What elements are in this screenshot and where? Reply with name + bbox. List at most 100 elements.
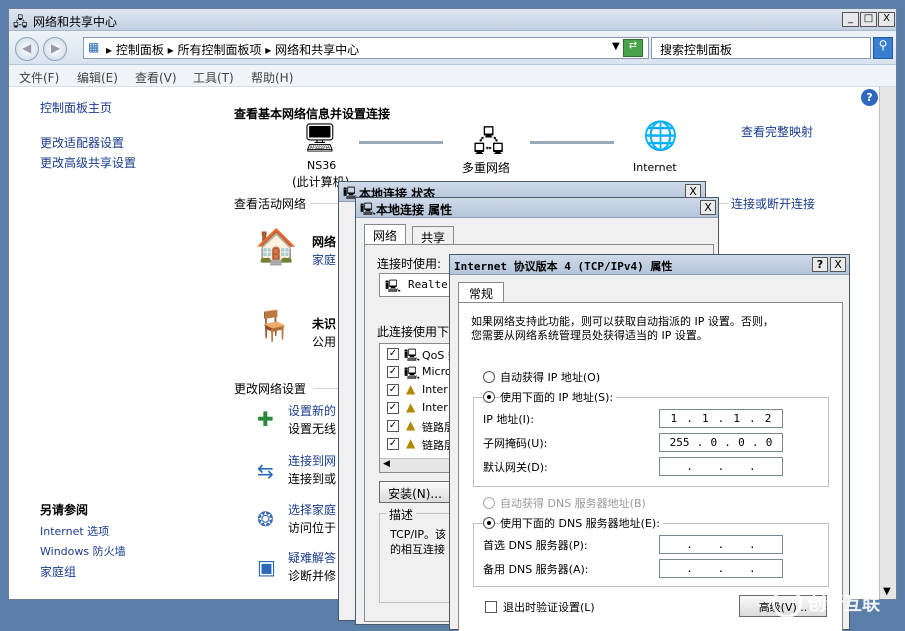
map-node-internet: Internet [633,161,677,174]
preferred-dns-input[interactable]: . . . [659,535,783,554]
subnet-mask-input[interactable]: 255. 0. 0. 0 [659,433,783,452]
task-troubleshoot-desc: 诊断并修 [288,569,337,583]
maximize-button[interactable]: □ [860,12,877,27]
help-icon[interactable]: ? [861,89,878,106]
page-title: 查看基本网络信息并设置连接 [234,107,391,121]
ip-octet: 2 [764,412,772,425]
description-text-1: TCP/IP。该 [390,528,446,541]
see-also-homegroup[interactable]: 家庭组 [40,563,76,580]
chevron-down-icon[interactable]: ▼ [612,41,620,52]
auto-dns-label[interactable]: 自动获得 DNS 服务器地址(B) [500,495,646,511]
auto-ip-label[interactable]: 自动获得 IP 地址(O) [500,369,600,385]
refresh-icon[interactable]: ⇄ [623,39,643,57]
connect-disconnect-link[interactable]: 连接或断开连接 [731,195,815,212]
protocol-icon: ▲ [406,418,416,432]
item-checkbox[interactable]: ✓ [387,348,399,360]
globe-icon: 🌐 [643,119,678,152]
ip-address-label: IP 地址(I): [483,413,534,426]
map-connector [530,141,614,144]
watermark-text: 创新互联 [808,594,880,615]
item-checkbox[interactable]: ✓ [387,420,399,432]
menu-edit[interactable]: 编辑(E) [77,69,118,86]
protocol-icon: ▲ [406,382,416,396]
item-checkbox[interactable]: ✓ [387,366,399,378]
menu-help[interactable]: 帮助(H) [251,69,293,86]
properties-dialog-title-bar[interactable]: 🖳 本地连接 属性 X [356,198,718,218]
properties-dialog-close-button[interactable]: X [700,200,716,215]
list-item[interactable]: Inter [422,383,448,396]
install-button[interactable]: 安装(N)... [379,481,451,503]
item-checkbox[interactable]: ✓ [387,384,399,396]
manual-dns-radio[interactable] [483,517,495,529]
network2-name[interactable]: 未识 [312,315,336,332]
menu-tools[interactable]: 工具(T) [193,69,234,86]
arrow-right-icon: ▶ [51,41,61,55]
network1-type[interactable]: 家庭 [312,251,336,268]
tab-network[interactable]: 网络 [364,224,407,244]
connect-network-icon: ⇆ [257,459,274,483]
arrow-left-icon: ◀ [22,41,32,55]
mask-octet: 255 [669,436,690,449]
breadcrumb[interactable]: ▦ ▸ 控制面板 ▸ 所有控制面板项 ▸ 网络和共享中心 ▼ [83,37,649,59]
menu-view[interactable]: 查看(V) [135,69,177,86]
see-also-firewall[interactable]: Windows 防火墙 [40,543,126,559]
task-homegroup-desc: 访问位于 [288,521,337,535]
task-setup-desc: 设置无线 [288,422,337,436]
mask-octet: 0 [738,436,745,449]
computer-icon: 🖥 [302,121,338,154]
tcpip-dialog-title: Internet 协议版本 4 (TCP/IPv4) 属性 [454,260,673,273]
validate-label[interactable]: 退出时验证设置(L) [503,599,595,615]
menu-file[interactable]: 文件(F) [19,69,59,86]
see-also-title: 另请参阅 [40,503,89,517]
alternate-dns-input[interactable]: . . . [659,559,783,578]
task-connect-link[interactable]: 连接到网 [288,452,336,469]
scrollbar[interactable]: ▼ [879,87,896,599]
sidebar-home-link[interactable]: 控制面板主页 [40,99,112,116]
ip-address-input[interactable]: 1.1.1.2 [659,409,783,428]
task-homegroup-link[interactable]: 选择家庭 [288,501,336,518]
see-also-internet-options[interactable]: Internet 选项 [40,523,109,539]
park-bench-icon: 🪑 [255,309,293,344]
task-troubleshoot-link[interactable]: 疑难解答 [288,549,336,566]
control-panel-icon: ▦ [88,40,100,54]
scroll-left-icon[interactable]: ◀ [383,459,390,469]
manual-ip-radio[interactable] [483,391,495,403]
adapter-name: Realte [408,278,448,291]
auto-ip-radio[interactable] [483,371,495,383]
preferred-dns-label: 首选 DNS 服务器(P): [483,539,588,552]
item-checkbox[interactable]: ✓ [387,438,399,450]
tcpip-dialog-close-button[interactable]: X [830,257,846,272]
breadcrumb-text: ▸ 控制面板 ▸ 所有控制面板项 ▸ 网络和共享中心 [106,43,360,57]
network1-name[interactable]: 网络 [312,233,336,250]
view-full-map-link[interactable]: 查看完整映射 [741,123,813,140]
tcpip-dialog-title-bar[interactable]: Internet 协议版本 4 (TCP/IPv4) 属性 ? X [450,255,849,275]
auto-dns-radio[interactable] [483,497,495,509]
tab-general[interactable]: 常规 [458,282,505,302]
map-node-computer-name: NS36 [307,159,337,172]
list-item[interactable]: Inter [422,401,448,414]
manual-dns-label[interactable]: 使用下面的 DNS 服务器地址(E): [500,515,663,531]
list-item[interactable]: Micro [422,365,452,378]
minimize-button[interactable]: _ [842,12,859,27]
close-button[interactable]: X [878,12,895,27]
network2-type: 公用 [312,335,337,349]
forward-button[interactable]: ▶ [43,37,67,61]
validate-checkbox[interactable] [485,601,497,613]
help-button[interactable]: ? [812,257,828,272]
search-icon[interactable]: ⚲ [873,37,893,59]
window-title: 网络和共享中心 [33,15,118,29]
active-networks-label: 查看活动网络 [234,197,307,211]
title-bar[interactable]: 🖧 网络和共享中心 _ □ X [9,9,896,31]
alternate-dns-label: 备用 DNS 服务器(A): [483,563,589,576]
back-button[interactable]: ◀ [15,37,39,61]
task-setup-link[interactable]: 设置新的 [288,402,336,419]
home-icon: 🏠 [255,227,298,267]
item-checkbox[interactable]: ✓ [387,402,399,414]
tab-sharing[interactable]: 共享 [412,226,455,246]
manual-ip-label[interactable]: 使用下面的 IP 地址(S): [500,389,617,405]
watermark: 创新互联 [772,586,896,624]
search-input[interactable]: 搜索控制面板 [651,37,871,59]
sidebar-link-adapter[interactable]: 更改适配器设置 [40,134,124,151]
sidebar-link-sharing[interactable]: 更改高级共享设置 [40,154,136,171]
gateway-input[interactable]: . . . [659,457,783,476]
